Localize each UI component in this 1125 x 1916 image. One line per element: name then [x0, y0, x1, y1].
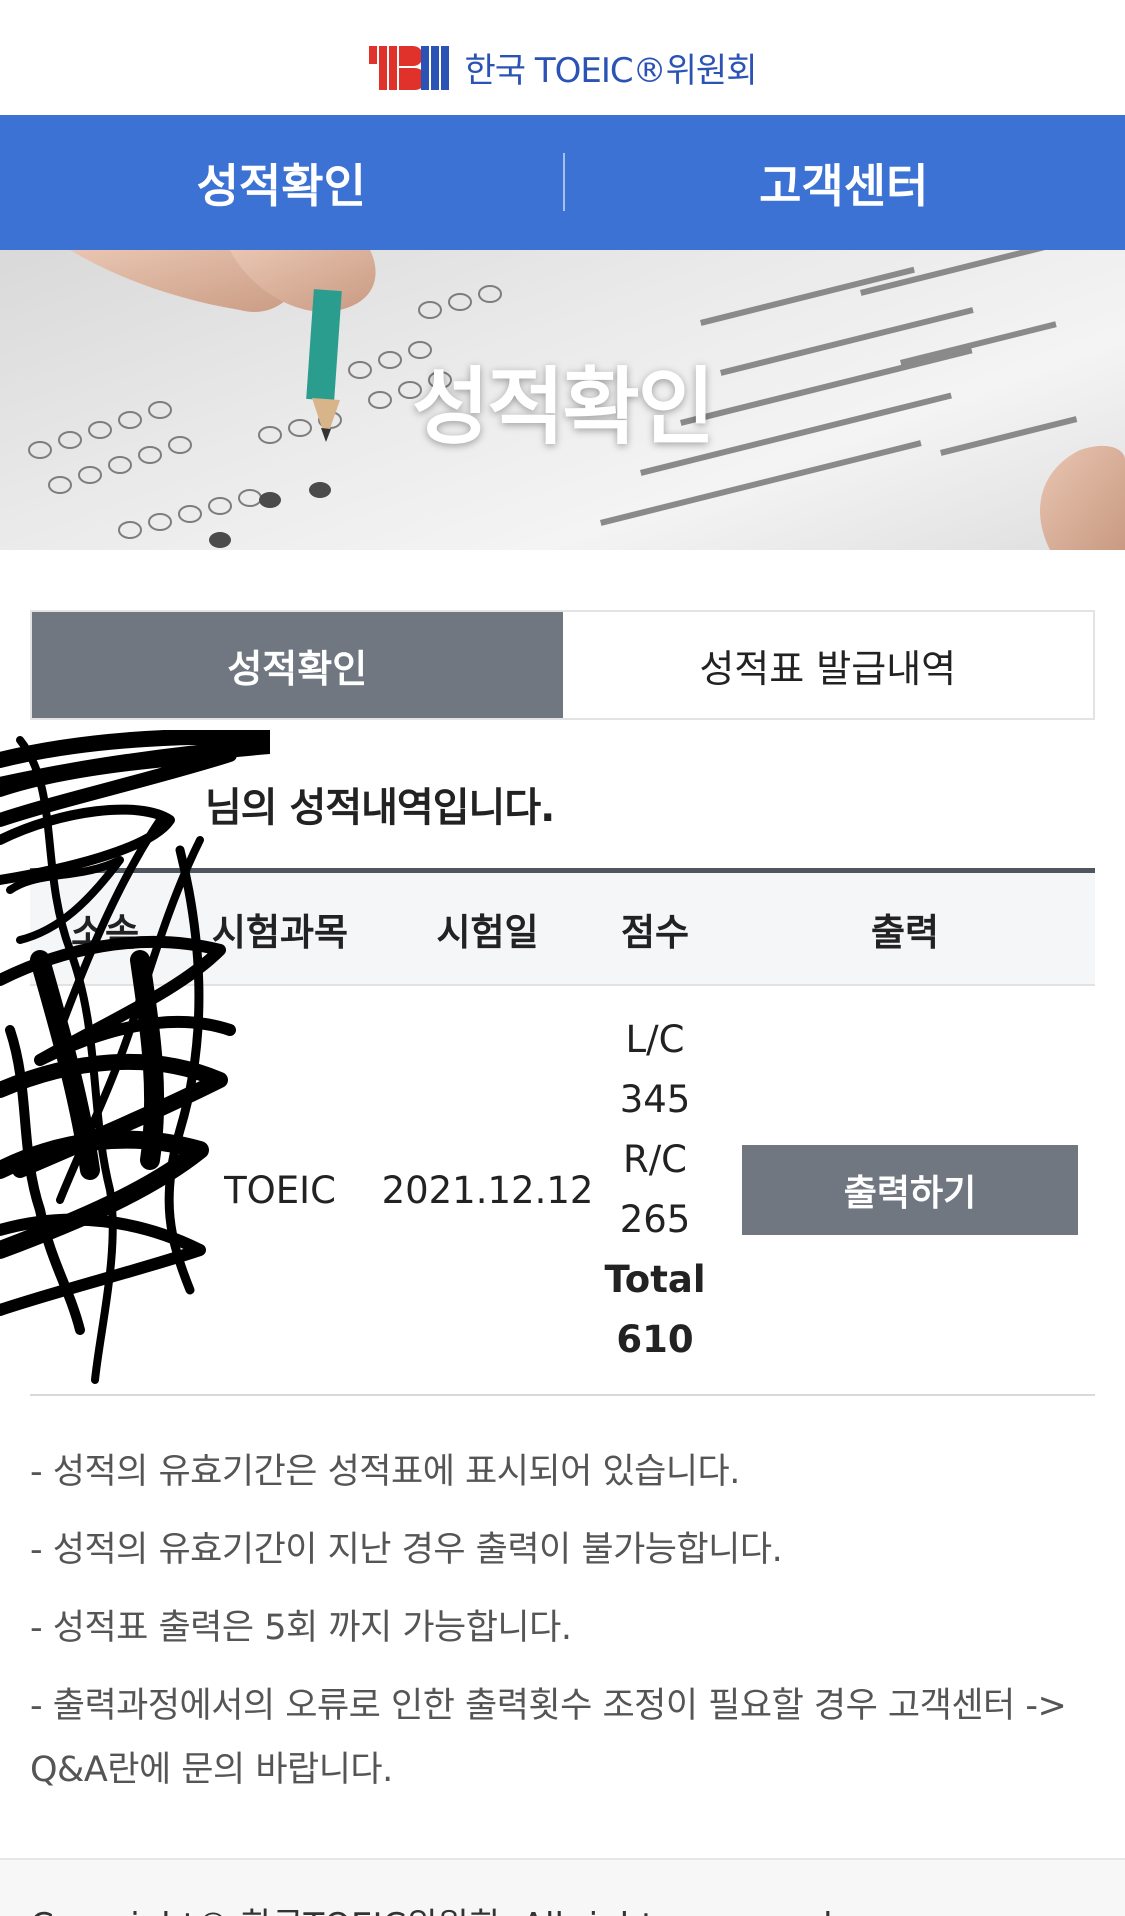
print-button[interactable]: 출력하기 — [742, 1145, 1078, 1235]
column-header-subject: 시험과목 — [211, 910, 349, 954]
cell-print: 출력하기 — [715, 1145, 1095, 1235]
hero-banner: 성적확인 — [0, 250, 1125, 550]
column-header-score: 점수 — [620, 910, 690, 954]
result-heading-text: 님의 성적내역입니다. — [205, 785, 555, 831]
result-heading: 님의 성적내역입니다. — [30, 775, 1095, 835]
notice-item: - 성적의 유효기간은 성적표에 표시되어 있습니다. — [30, 1452, 740, 1492]
table-row: TOEIC 2021.12.12 L/C 345 R/C 265 Total 6… — [30, 986, 1095, 1396]
logo-header: 한국 TOEIC®위원회 — [0, 0, 1125, 115]
score-table: 소속 시험과목 시험일 점수 출력 TOEIC 2021.12.12 L/C 3… — [30, 868, 1095, 1396]
notice-list: - 성적의 유효기간은 성적표에 표시되어 있습니다. - 성적의 유효기간이 … — [30, 1440, 1095, 1816]
nav-item-score-check[interactable]: 성적확인 — [0, 115, 563, 250]
top-nav: 성적확인 고객센터 — [0, 115, 1125, 250]
lc-label: L/C — [625, 1018, 685, 1061]
ybm-logo-icon — [368, 45, 449, 90]
rc-label: R/C — [622, 1138, 687, 1181]
total-label: Total — [604, 1258, 706, 1301]
hero-title: 성적확인 — [411, 357, 715, 456]
notice-item: - 성적의 유효기간이 지난 경우 출력이 불가능합니다. — [30, 1530, 783, 1570]
nav-item-customer-center[interactable]: 고객센터 — [563, 115, 1125, 250]
notice-item: - 성적표 출력은 5회 까지 가능합니다. — [30, 1608, 572, 1648]
cell-date: 2021.12.12 — [381, 1168, 594, 1212]
tab-report-history[interactable]: 성적표 발급내역 — [562, 612, 1093, 718]
column-header-print: 출력 — [870, 910, 940, 954]
total-score: 610 — [616, 1318, 694, 1361]
brand-logo[interactable]: 한국 TOEIC®위원회 — [368, 43, 758, 92]
column-header-date: 시험일 — [436, 910, 539, 954]
tab-score-check[interactable]: 성적확인 — [32, 612, 563, 718]
copyright-text: Copyright© 한국TOEIC위원회. All rights reserv… — [30, 1898, 843, 1916]
lc-score: 345 — [619, 1078, 691, 1121]
logo-text: 한국 TOEIC®위원회 — [464, 51, 758, 91]
footer: Copyright© 한국TOEIC위원회. All rights reserv… — [0, 1858, 1125, 1916]
sub-tabs: 성적확인 성적표 발급내역 — [30, 610, 1095, 720]
table-header: 소속 시험과목 시험일 점수 출력 — [30, 873, 1095, 986]
notice-item: - 출력과정에서의 오류로 인한 출력횟수 조정이 필요할 경우 고객센터 ->… — [30, 1686, 1067, 1790]
column-header-affiliation: 소속 — [70, 910, 140, 954]
nav-divider — [563, 153, 565, 211]
rc-score: 265 — [619, 1198, 691, 1241]
cell-subject: TOEIC — [224, 1168, 336, 1212]
cell-score: L/C 345 R/C 265 Total 610 — [595, 1010, 715, 1370]
